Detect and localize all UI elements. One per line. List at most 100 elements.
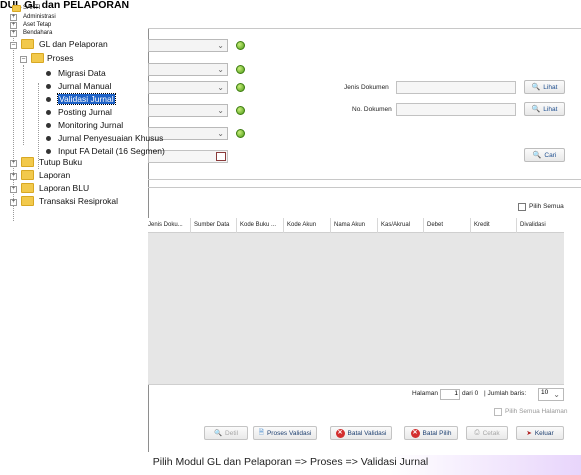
search-icon: 🔍 <box>532 152 542 159</box>
keluar-label: Keluar <box>534 429 554 437</box>
grid-header: Jenis Doku... Sumber Data Kode Buku ... … <box>148 218 564 233</box>
chevron-down-icon: ⌄ <box>217 129 224 138</box>
tree-item-validasi-jurnal[interactable]: Validasi Jurnal <box>57 93 116 105</box>
detil-label: Detil <box>225 429 239 437</box>
expand-icon[interactable]: + <box>10 30 17 37</box>
bullet-icon <box>46 136 51 141</box>
page-stepper[interactable]: 1 <box>440 389 460 400</box>
gem-icon[interactable] <box>236 129 245 138</box>
batal-validasi-label: Batal Validasi <box>347 429 387 437</box>
chevron-down-icon: ⌄ <box>217 83 224 92</box>
cari-button[interactable]: 🔍 Cari <box>524 148 565 162</box>
exit-icon: ➤ <box>526 430 532 437</box>
folder-icon <box>21 183 34 193</box>
cari-label: Cari <box>544 151 557 159</box>
lihat-label: Lihat <box>543 105 558 113</box>
col-kode-buku[interactable]: Kode Buku ... <box>240 222 276 228</box>
tree-item-aset-tetap[interactable]: Aset Tetap <box>23 22 51 29</box>
tree-root[interactable]: SAKTI <box>23 5 40 12</box>
caption: Pilih Modul GL dan Pelaporan => Proses =… <box>152 456 429 468</box>
expand-icon[interactable]: + <box>10 14 17 21</box>
cetak-label: Cetak <box>482 429 500 437</box>
pilih-semua-halaman-label: Pilih Semua Halaman <box>505 408 568 415</box>
col-kas-akrual[interactable]: Kas/Akrual <box>381 222 410 228</box>
folder-icon <box>31 53 44 63</box>
calendar-icon[interactable] <box>216 152 226 161</box>
gem-icon[interactable] <box>236 83 245 92</box>
rows-value: 10 <box>541 389 549 396</box>
tree-item-migrasi-data[interactable]: Migrasi Data <box>58 68 106 78</box>
lihat-label: Lihat <box>543 83 558 91</box>
chevron-down-icon: ⌄ <box>217 106 224 115</box>
tree-item-monitoring-jurnal[interactable]: Monitoring Jurnal <box>58 120 123 130</box>
tree-item-posting-jurnal[interactable]: Posting Jurnal <box>58 107 112 117</box>
tree-item-laporan-blu[interactable]: Laporan BLU <box>39 183 89 193</box>
chevron-down-icon: ⌄ <box>217 65 224 74</box>
tree-item-transaksi-resiprokal[interactable]: Transaksi Resiprokal <box>39 196 118 206</box>
batal-pilih-button[interactable]: ✕ Batal Pilih <box>404 426 458 440</box>
navigation-tree: SAKTI + Administrasi + Aset Tetap + Bend… <box>10 5 180 221</box>
col-kredit[interactable]: Kredit <box>474 222 490 228</box>
expand-icon[interactable]: + <box>10 160 17 167</box>
tree-item-bendahara[interactable]: Bendahara <box>23 30 52 37</box>
pilih-semua-label: Pilih Semua <box>529 203 564 210</box>
document-check-icon: 🗎 <box>258 428 264 436</box>
rows-select[interactable]: 10 ⌄ <box>538 388 564 401</box>
expand-icon[interactable]: + <box>10 186 17 193</box>
col-kode-akun[interactable]: Kode Akun <box>287 222 316 228</box>
search-icon: 🔍 <box>213 430 223 437</box>
cetak-button[interactable]: ⎙ Cetak <box>466 426 508 440</box>
jenis-dokumen-field[interactable] <box>396 81 516 94</box>
collapse-icon[interactable]: – <box>20 56 27 63</box>
batal-validasi-button[interactable]: ✕ Batal Validasi <box>330 426 392 440</box>
expand-icon[interactable]: + <box>10 173 17 180</box>
folder-icon <box>21 39 34 49</box>
bullet-icon <box>46 123 51 128</box>
col-nama-akun[interactable]: Nama Akun <box>334 222 365 228</box>
detil-button[interactable]: 🔍 Detil <box>204 426 248 440</box>
col-jenis-dokumen[interactable]: Jenis Doku... <box>148 222 183 228</box>
gem-icon[interactable] <box>236 41 245 50</box>
bullet-icon <box>46 97 51 102</box>
page-value: 1 <box>454 390 458 397</box>
chevron-down-icon: ⌄ <box>217 41 224 50</box>
tree-item-jurnal-manual[interactable]: Jurnal Manual <box>58 81 111 91</box>
folder-icon <box>21 170 34 180</box>
tree-item-jurnal-penyesuaian-khusus[interactable]: Jurnal Penyesuaian Khusus <box>58 133 163 143</box>
tree-item-input-fa-detail[interactable]: Input FA Detail (16 Segmen) <box>58 146 165 156</box>
collapse-icon[interactable]: – <box>10 42 17 49</box>
tree-item-laporan[interactable]: Laporan <box>39 170 70 180</box>
no-dokumen-field[interactable] <box>396 103 516 116</box>
bullet-icon <box>46 71 51 76</box>
printer-icon: ⎙ <box>474 429 480 436</box>
tree-item-proses[interactable]: Proses <box>47 53 73 63</box>
cancel-icon: ✕ <box>335 428 345 438</box>
pilih-semua-checkbox[interactable] <box>518 203 526 211</box>
bullet-icon <box>46 110 51 115</box>
gem-icon[interactable] <box>236 106 245 115</box>
halaman-label: Halaman <box>412 390 439 397</box>
col-debet[interactable]: Debet <box>427 222 443 228</box>
chevron-down-icon: ⌄ <box>553 390 560 399</box>
lihat-button-2[interactable]: 🔍 Lihat <box>524 102 565 116</box>
expand-icon[interactable]: + <box>10 199 17 206</box>
folder-icon <box>21 157 34 167</box>
keluar-button[interactable]: ➤ Keluar <box>516 426 564 440</box>
grid-body <box>148 233 564 385</box>
no-dokumen-label: No. Dokumen <box>352 106 392 113</box>
gem-icon[interactable] <box>236 65 245 74</box>
col-sumber-data[interactable]: Sumber Data <box>194 222 229 228</box>
col-divalidasi[interactable]: Divalidasi <box>520 222 546 228</box>
tree-item-administrasi[interactable]: Administrasi <box>23 14 56 21</box>
tree-item-gl-dan-pelaporan[interactable]: GL dan Pelaporan <box>39 39 108 49</box>
batal-pilih-label: Batal Pilih <box>422 429 452 437</box>
search-icon: 🔍 <box>531 84 541 91</box>
pilih-semua-halaman-checkbox[interactable] <box>494 408 502 416</box>
cancel-icon: ✕ <box>410 428 420 438</box>
bullet-icon <box>46 84 51 89</box>
proses-validasi-button[interactable]: 🗎 Proses Validasi <box>253 426 317 440</box>
jenis-dokumen-label: Jenis Dokumen <box>344 84 389 91</box>
lihat-button[interactable]: 🔍 Lihat <box>524 80 565 94</box>
tree-item-tutup-buku[interactable]: Tutup Buku <box>39 157 82 167</box>
expand-icon[interactable]: + <box>10 22 17 29</box>
